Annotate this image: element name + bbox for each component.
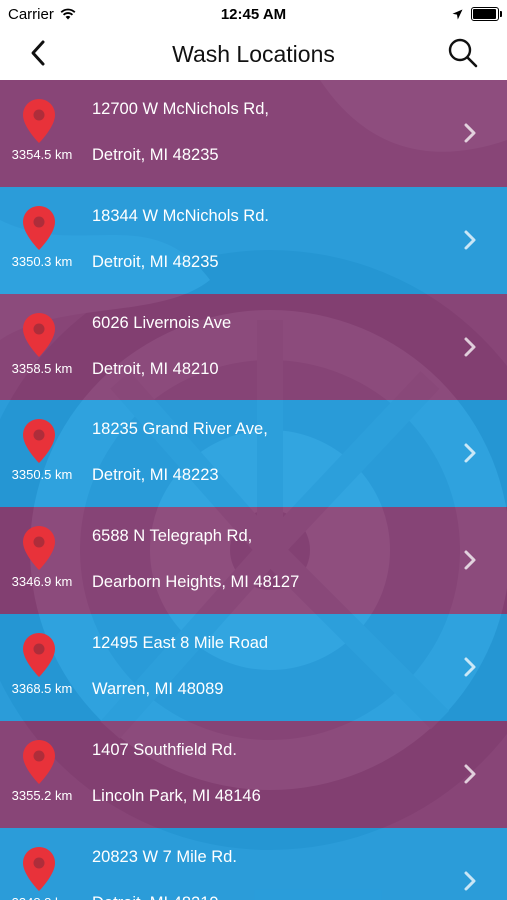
location-arrow-icon [452,9,463,19]
map-pin-icon [23,632,55,677]
status-bar: Carrier 12:45 AM [0,0,507,28]
status-right [452,7,507,21]
address-line-2: Detroit, MI 48219 [92,894,219,900]
map-pin-icon [23,419,55,464]
map-pin-icon [23,846,55,891]
address-line-1: 1407 Southfield Rd. [92,740,237,759]
address-line-2: Warren, MI 48089 [92,679,224,698]
address-line-1: 12495 East 8 Mile Road [92,633,269,652]
wifi-icon [60,8,76,20]
map-pin-icon [23,526,55,571]
location-row[interactable]: 3368.5 km 12495 East 8 Mile Road Warren, M… [0,613,507,721]
location-row[interactable]: 3348.8 km 20823 W 7 Mile Rd. Detroit, MI 4… [0,827,507,900]
address-line-1: 18344 W McNichols Rd. [92,206,269,225]
chevron-left-icon[interactable] [24,38,54,68]
distance-label: 3368.5 km [11,680,73,696]
page-title: Wash Locations [172,40,335,67]
status-time: 12:45 AM [220,5,287,23]
address-line-2: Lincoln Park, MI 48146 [92,786,261,805]
chevron-right-icon [464,764,476,784]
battery-icon [471,7,502,21]
map-pin-icon [23,312,55,357]
distance-label: 3355.2 km [11,787,73,803]
navigation-bar: Wash Locations [0,28,507,81]
distance-label: 3346.9 km [11,574,73,590]
location-row[interactable]: 3354.5 km 12700 W McNichols Rd, Detroit, M… [0,80,507,187]
distance-label: 3354.5 km [11,147,73,162]
distance-label: 3350.3 km [11,253,73,269]
address-line-1: 18235 Grand River Ave, [92,420,268,439]
address-line-1: 6588 N Telegraph Rd, [92,527,253,546]
battery-fill [473,9,497,19]
chevron-right-icon [464,657,476,677]
chevron-right-icon [464,550,476,570]
chevron-right-icon [464,230,476,250]
map-pin-icon [23,205,55,250]
location-row[interactable]: 3346.9 km 6588 N Telegraph Rd, Dearborn He… [0,507,507,614]
chevron-right-icon [464,871,476,891]
search-icon[interactable] [447,37,479,69]
address-line-2: Dearborn Heights, MI 48127 [92,573,300,592]
distance-label: 3358.5 km [11,360,73,376]
chevron-right-icon [464,123,476,143]
chevron-right-icon [464,443,476,463]
location-row[interactable]: 3350.3 km 18344 W McNichols Rd. Detroit, M… [0,186,507,294]
carrier-label: Carrier [8,5,54,23]
address-line-2: Detroit, MI 48235 [92,252,219,271]
address-line-2: Detroit, MI 48210 [92,359,219,378]
address-line-1: 12700 W McNichols Rd, [92,100,269,118]
location-row[interactable]: 3355.2 km 1407 Southfield Rd. Lincoln Park… [0,720,507,828]
address-line-1: 20823 W 7 Mile Rd. [92,847,237,866]
distance-label: 3350.5 km [11,467,73,483]
locations-list[interactable]: 3354.5 km 12700 W McNichols Rd, Detroit, M… [0,80,507,900]
map-pin-icon [23,99,55,143]
distance-label: 3348.8 km [0,895,84,900]
location-row[interactable]: 3358.5 km 6026 Livernois Ave Detroit, MI 4… [0,293,507,401]
map-pin-icon [23,739,55,784]
location-row[interactable]: 3350.5 km 18235 Grand River Ave, Detroit, … [0,400,507,508]
rows-container: 3354.5 km 12700 W McNichols Rd, Detroit, M… [0,80,507,900]
address-line-2: Detroit, MI 48235 [92,146,219,164]
address-line-1: 6026 Livernois Ave [92,313,232,332]
status-left: Carrier [0,6,76,23]
chevron-right-icon [464,337,476,357]
address-line-2: Detroit, MI 48223 [92,466,219,485]
